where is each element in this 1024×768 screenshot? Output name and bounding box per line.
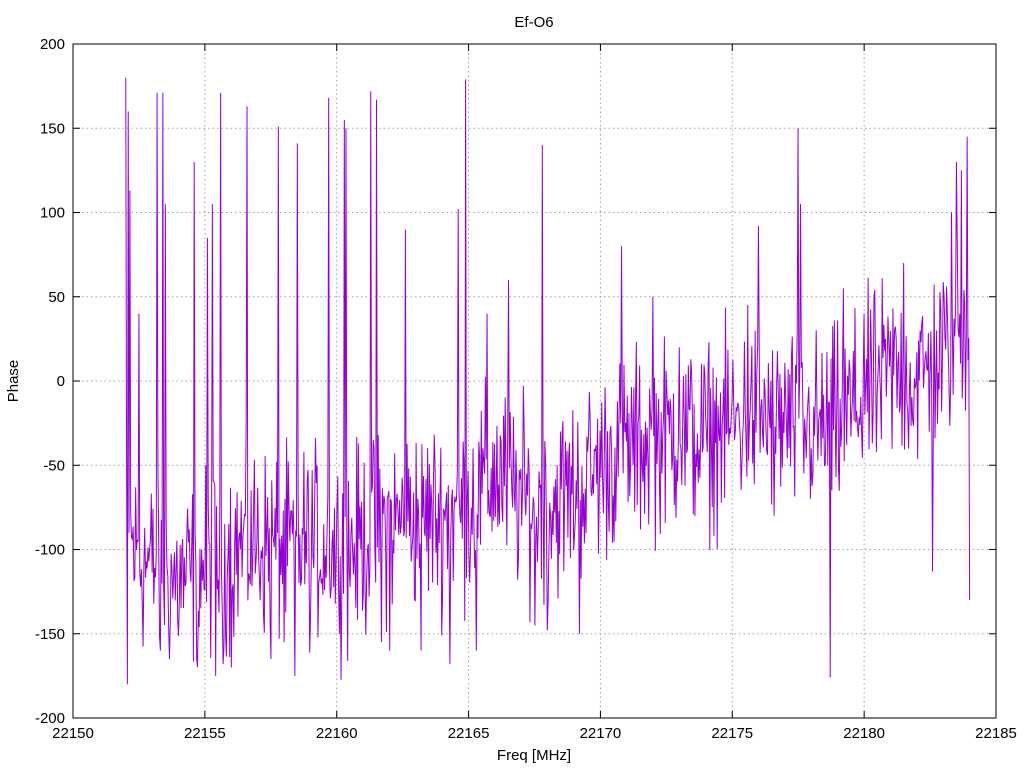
x-tick-label: 22165 [448,725,490,742]
x-tick-label: 22150 [52,725,94,742]
x-axis-label: Freq [MHz] [497,747,571,764]
y-tick-label: 200 [40,36,65,53]
x-tick-label: 22180 [843,725,885,742]
y-tick-label: -150 [35,626,65,643]
x-tick-label: 22155 [184,725,226,742]
x-tick-label: 22170 [580,725,622,742]
y-tick-label: 150 [40,120,65,137]
x-tick-label: 22175 [711,725,753,742]
chart-title: Ef-O6 [514,14,553,31]
y-tick-label: -200 [35,710,65,727]
x-tick-label: 22160 [316,725,358,742]
y-tick-label: -50 [43,457,65,474]
phase-chart: 22150 22155 22160 22165 22170 22175 22180 22185… [0,0,1024,768]
y-tick-label: 100 [40,205,65,222]
x-tick-label: 22185 [975,725,1017,742]
y-tick-label: -100 [35,542,65,559]
y-tick-label: 0 [57,373,65,390]
y-tick-label: 50 [48,289,65,306]
y-axis-label: Phase [5,360,22,403]
chart-background [0,0,1024,768]
